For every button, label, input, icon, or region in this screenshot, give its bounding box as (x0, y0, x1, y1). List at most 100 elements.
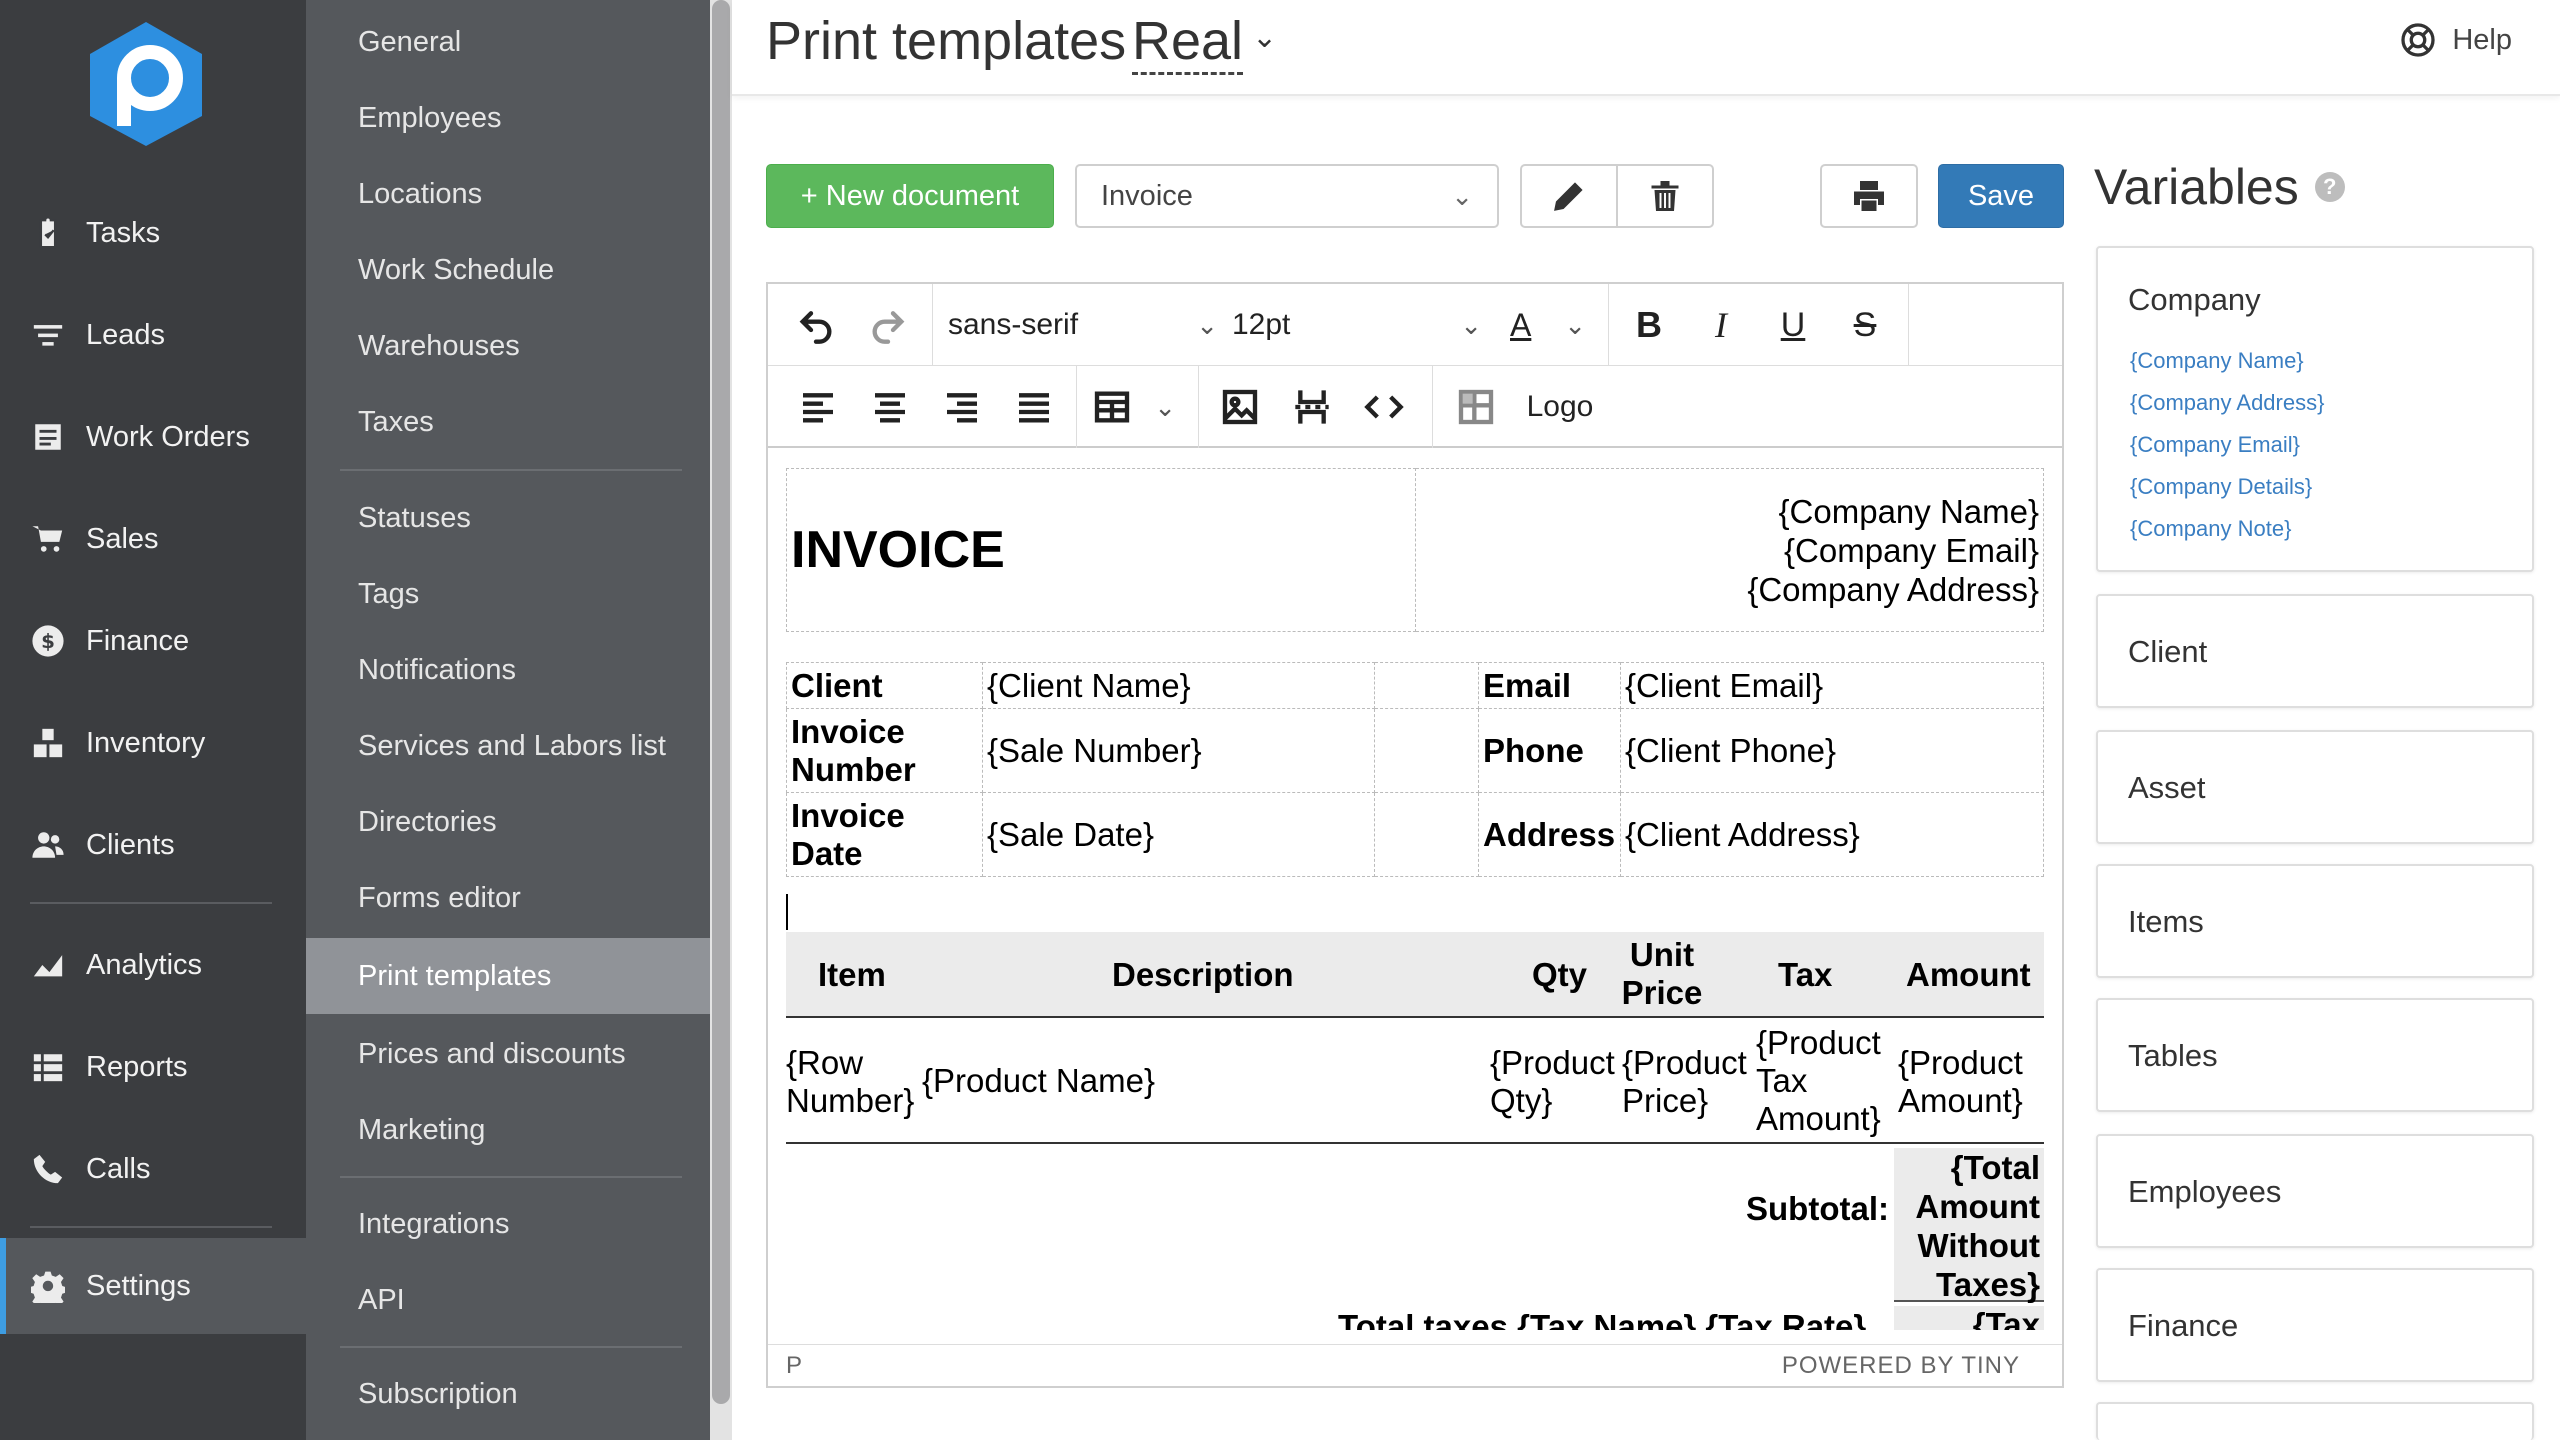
bold-icon[interactable]: B (1624, 298, 1674, 352)
chevron-down-icon: ⌄ (1154, 391, 1176, 422)
help-link[interactable]: Help (2400, 22, 2512, 58)
variable-group-client[interactable]: Client (2096, 594, 2534, 708)
subnav-divider (340, 1176, 682, 1178)
source-code-icon[interactable] (1358, 380, 1410, 434)
nav-item-tasks[interactable]: Tasks (0, 185, 306, 281)
cell-product-amount: {Product Amount} (1898, 1044, 2023, 1119)
table-row: Client {Client Name} Email {Client Email… (786, 662, 2044, 709)
client-info-table: Client {Client Name} Email {Client Email… (786, 662, 2044, 877)
underline-icon[interactable]: U (1768, 298, 1818, 352)
variable-group-items[interactable]: Items (2096, 864, 2534, 978)
align-center-icon[interactable] (864, 380, 916, 434)
text-cursor (786, 894, 788, 930)
table-icon[interactable]: ⌄ (1092, 380, 1176, 434)
subnav-item-general[interactable]: General (306, 4, 710, 80)
subnav-item-api[interactable]: API (306, 1262, 710, 1338)
subnav-item-forms-editor[interactable]: Forms editor (306, 860, 710, 936)
chevron-down-icon: ⌄ (1451, 180, 1473, 211)
column-header-amount: Amount (1906, 956, 2031, 993)
nav-item-settings[interactable]: Settings (0, 1238, 306, 1334)
column-header-unit-price: Unit Price (1621, 936, 1703, 1011)
align-left-icon[interactable] (792, 380, 844, 434)
subnav-item-subscription[interactable]: Subscription (306, 1356, 710, 1432)
edit-document-button[interactable] (1520, 164, 1618, 228)
save-button[interactable]: Save (1938, 164, 2064, 228)
chevron-down-icon: ⌄ (1564, 309, 1586, 340)
variable-company-note[interactable]: {Company Note} (2130, 516, 2291, 542)
subnav-item-locations[interactable]: Locations (306, 156, 710, 232)
variable-company-name[interactable]: {Company Name} (2130, 348, 2304, 374)
variable-group-employees[interactable]: Employees (2096, 1134, 2534, 1248)
users-icon (30, 827, 66, 863)
svg-text:$: $ (41, 630, 55, 653)
variables-title: Variables ? (2094, 158, 2345, 216)
chevron-down-icon[interactable]: ⌄ (1252, 20, 1277, 55)
nav-item-analytics[interactable]: Analytics (0, 917, 306, 1013)
page-break-icon[interactable] (1286, 380, 1338, 434)
template-selector[interactable]: Real (1132, 10, 1244, 75)
nav-item-calls[interactable]: Calls (0, 1121, 306, 1217)
subnav-item-marketing[interactable]: Marketing (306, 1092, 710, 1168)
subnav-item-notifications[interactable]: Notifications (306, 632, 710, 708)
variable-group-tables[interactable]: Tables (2096, 998, 2534, 1112)
variable-company-address[interactable]: {Company Address} (2130, 390, 2324, 416)
subnav-item-prices[interactable]: Prices and discounts (306, 1016, 710, 1092)
new-document-button[interactable]: + New document (766, 164, 1054, 228)
subnav-item-directories[interactable]: Directories (306, 784, 710, 860)
document-canvas[interactable]: INVOICE {Company Name} {Company Email} {… (768, 450, 2062, 1330)
text-color-icon[interactable]: A ⌄ (1510, 298, 1586, 352)
editor-toolbar-row-1: sans-serif ⌄ 12pt ⌄ A ⌄ B I U S (768, 284, 2062, 366)
subnav-item-integrations[interactable]: Integrations (306, 1186, 710, 1262)
subnav-item-services[interactable]: Services and Labors list (306, 708, 710, 784)
column-header-item: Item (818, 956, 886, 993)
submenu-scrollbar-thumb[interactable] (712, 0, 730, 1404)
printer-icon (1854, 181, 1884, 211)
variable-group-finance[interactable]: Finance (2096, 1268, 2534, 1382)
variable-company-details[interactable]: {Company Details} (2130, 474, 2312, 500)
template-icon[interactable] (1450, 380, 1502, 434)
font-size-select[interactable]: 12pt ⌄ (1232, 298, 1482, 352)
nav-item-sales[interactable]: Sales (0, 491, 306, 587)
variable-company-email[interactable]: {Company Email} (2130, 432, 2300, 458)
delete-document-button[interactable] (1616, 164, 1714, 228)
app-logo-icon[interactable] (86, 20, 206, 148)
align-justify-icon[interactable] (1008, 380, 1060, 434)
subnav-item-work-schedule[interactable]: Work Schedule (306, 232, 710, 308)
font-family-select[interactable]: sans-serif ⌄ (948, 298, 1218, 352)
strikethrough-icon[interactable]: S (1840, 298, 1890, 352)
align-right-icon[interactable] (936, 380, 988, 434)
subnav-item-print-templates[interactable]: Print templates (306, 938, 710, 1014)
image-icon[interactable] (1214, 380, 1266, 434)
print-button[interactable] (1820, 164, 1918, 228)
redo-icon[interactable] (860, 298, 916, 352)
italic-icon[interactable]: I (1696, 298, 1746, 352)
nav-item-work-orders[interactable]: Work Orders (0, 389, 306, 485)
nav-item-inventory[interactable]: Inventory (0, 695, 306, 791)
subnav-item-tags[interactable]: Tags (306, 556, 710, 632)
variable-group-partial[interactable] (2096, 1402, 2534, 1440)
help-icon[interactable]: ? (2314, 172, 2345, 202)
subnav-item-warehouses[interactable]: Warehouses (306, 308, 710, 384)
clipboard-icon (30, 215, 66, 251)
company-block: {Company Name} {Company Email} {Company … (1414, 468, 2044, 632)
logo-button[interactable]: Logo (1520, 380, 1600, 434)
variable-group-asset[interactable]: Asset (2096, 730, 2534, 844)
subnav-item-employees[interactable]: Employees (306, 80, 710, 156)
subnav-item-statuses[interactable]: Statuses (306, 480, 710, 556)
element-path[interactable]: P (786, 1352, 802, 1380)
undo-icon[interactable] (788, 298, 844, 352)
chart-icon (30, 947, 66, 983)
boxes-icon (30, 725, 66, 761)
document-select[interactable]: Invoice ⌄ (1075, 164, 1499, 228)
powered-by-tiny[interactable]: POWERED BY TINY (1782, 1352, 2020, 1380)
work-orders-icon (30, 419, 66, 455)
subnav-divider (340, 469, 682, 471)
nav-item-reports[interactable]: Reports (0, 1019, 306, 1115)
variable-group-company[interactable]: Company {Company Name} {Company Address}… (2096, 246, 2534, 572)
subnav-item-taxes[interactable]: Taxes (306, 384, 710, 460)
nav-item-clients[interactable]: Clients (0, 797, 306, 893)
nav-item-leads[interactable]: Leads (0, 287, 306, 383)
nav-item-finance[interactable]: $ Finance (0, 593, 306, 689)
lifebuoy-icon (2401, 23, 2435, 57)
editor-statusbar: P POWERED BY TINY (768, 1344, 2062, 1386)
